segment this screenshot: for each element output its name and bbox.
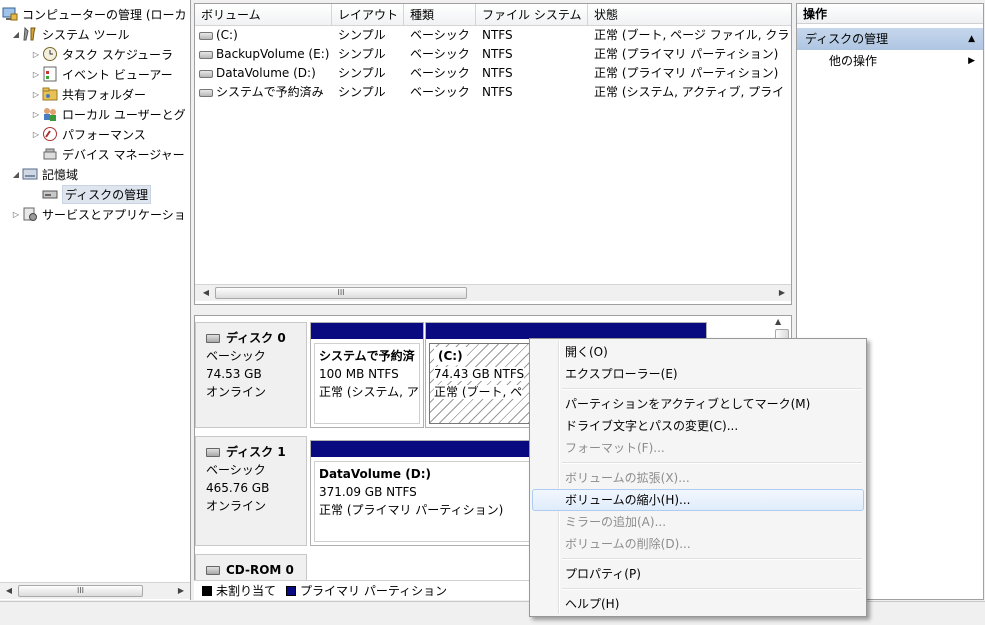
actions-header: 操作 (797, 4, 983, 24)
scroll-right-icon[interactable]: ▶ (174, 585, 188, 597)
console-tree: コンピューターの管理 (ローカ ◢ システム ツール ▷ タスク スケジューラ … (0, 0, 191, 600)
collapsed-triangle-icon[interactable]: ▷ (30, 110, 42, 119)
services-icon (22, 206, 38, 222)
disk-management-icon (42, 186, 58, 202)
expanded-triangle-icon[interactable]: ◢ (10, 170, 22, 179)
menu-item-add-mirror: ミラーの追加(A)... (565, 515, 667, 529)
context-menu: 開く(O) エクスプローラー(E) パーティションをアクティブとしてマーク(M)… (529, 338, 867, 617)
tree-item-services-apps[interactable]: ▷ サービスとアプリケーショ (10, 204, 186, 224)
volume-list: ボリューム レイアウト 種類 ファイル システム 状態 (C:) シンプル ベー… (194, 3, 792, 305)
cd-drive-icon (206, 565, 220, 575)
column-header-layout[interactable]: レイアウト (332, 4, 404, 26)
scroll-left-icon[interactable]: ◀ (2, 585, 16, 597)
column-header-status[interactable]: 状態 (588, 4, 793, 26)
tree-item-computer-management[interactable]: コンピューターの管理 (ローカ (2, 4, 187, 24)
collapsed-triangle-icon[interactable]: ▷ (30, 70, 42, 79)
menu-item-explore[interactable]: エクスプローラー(E) (532, 363, 864, 385)
actions-section-disk-management[interactable]: ディスクの管理 ▲ (797, 28, 983, 50)
scrollbar-thumb[interactable]: III (18, 585, 143, 597)
volume-list-header: ボリューム レイアウト 種類 ファイル システム 状態 (195, 4, 791, 26)
menu-item-extend-volume: ボリュームの拡張(X)... (565, 471, 690, 485)
scrollbar-thumb[interactable]: III (215, 287, 467, 299)
users-icon (42, 106, 58, 122)
menu-item-help[interactable]: ヘルプ(H) (532, 593, 864, 615)
drive-icon (199, 69, 213, 78)
tree-item-storage[interactable]: ◢ 記憶域 (10, 164, 78, 184)
menu-separator (562, 555, 864, 563)
menu-separator (562, 385, 864, 393)
system-tools-icon (22, 26, 38, 42)
menu-item-open[interactable]: 開く(O) (532, 341, 864, 363)
primary-partition-bar (311, 323, 423, 339)
volume-row[interactable]: (C:) シンプル ベーシック NTFS 正常 (ブート, ページ ファイル, … (195, 26, 791, 45)
volume-row[interactable]: DataVolume (D:) シンプル ベーシック NTFS 正常 (プライマ… (195, 64, 791, 83)
storage-icon (22, 166, 38, 182)
collapsed-triangle-icon[interactable]: ▷ (30, 90, 42, 99)
tree-item-shared-folders[interactable]: ▷ 共有フォルダー (30, 84, 146, 104)
menu-item-delete-volume: ボリュームの削除(D)... (565, 537, 691, 551)
menu-item-shrink-volume[interactable]: ボリュームの縮小(H)... (532, 489, 864, 511)
submenu-arrow-icon: ▶ (968, 56, 975, 66)
tree-item-local-users[interactable]: ▷ ローカル ユーザーとグ (30, 104, 186, 124)
shared-folder-icon (42, 86, 58, 102)
disk-1-info[interactable]: ディスク 1 ベーシック 465.76 GB オンライン (195, 436, 307, 546)
tree-item-system-tools[interactable]: ◢ システム ツール (10, 24, 129, 44)
more-actions-item[interactable]: 他の操作 ▶ (797, 50, 983, 72)
column-header-type[interactable]: 種類 (404, 4, 476, 26)
primary-swatch (286, 585, 297, 596)
menu-separator (562, 459, 864, 467)
partition-system-reserved[interactable]: システムで予約済 100 MB NTFS 正常 (システム, ア (310, 322, 424, 428)
collapsed-triangle-icon[interactable]: ▷ (10, 210, 22, 219)
hard-disk-icon (206, 447, 220, 457)
collapse-up-icon[interactable]: ▲ (968, 28, 975, 50)
tree-item-task-scheduler[interactable]: ▷ タスク スケジューラ (30, 44, 173, 64)
event-viewer-icon (42, 66, 58, 82)
menu-item-change-drive-letter[interactable]: ドライブ文字とパスの変更(C)... (532, 415, 864, 437)
computer-management-icon (2, 6, 18, 22)
collapsed-triangle-icon[interactable]: ▷ (30, 50, 42, 59)
scroll-up-icon[interactable]: ▲ (775, 317, 781, 326)
device-manager-icon (42, 146, 58, 162)
drive-icon (199, 50, 213, 59)
primary-partition-bar (426, 323, 706, 339)
column-header-volume[interactable]: ボリューム (195, 4, 332, 26)
column-header-filesystem[interactable]: ファイル システム (476, 4, 588, 26)
volume-list-horizontal-scrollbar[interactable]: ◀ III ▶ (195, 284, 791, 301)
clock-icon (42, 46, 58, 62)
scroll-right-icon[interactable]: ▶ (775, 287, 789, 299)
menu-item-properties[interactable]: プロパティ(P) (532, 563, 864, 585)
menu-item-format: フォーマット(F)... (565, 441, 665, 455)
volume-row[interactable]: システムで予約済み シンプル ベーシック NTFS 正常 (システム, アクティ… (195, 83, 791, 102)
menu-separator (562, 585, 864, 593)
scroll-left-icon[interactable]: ◀ (199, 287, 213, 299)
expanded-triangle-icon[interactable]: ◢ (10, 30, 22, 39)
menu-item-mark-active[interactable]: パーティションをアクティブとしてマーク(M) (532, 393, 864, 415)
drive-icon (199, 31, 213, 40)
tree-horizontal-scrollbar[interactable]: ◀ III ▶ (0, 582, 190, 599)
volume-row[interactable]: BackupVolume (E:) シンプル ベーシック NTFS 正常 (プラ… (195, 45, 791, 64)
performance-icon (42, 126, 58, 142)
drive-icon (199, 88, 213, 97)
tree-item-disk-management[interactable]: ディスクの管理 (42, 184, 152, 204)
disk-0-info[interactable]: ディスク 0 ベーシック 74.53 GB オンライン (195, 322, 307, 428)
collapsed-triangle-icon[interactable]: ▷ (30, 130, 42, 139)
unallocated-swatch (202, 585, 212, 596)
tree-item-event-viewer[interactable]: ▷ イベント ビューアー (30, 64, 173, 84)
hard-disk-icon (206, 333, 220, 343)
tree-item-performance[interactable]: ▷ パフォーマンス (30, 124, 146, 144)
tree-item-device-manager[interactable]: デバイス マネージャー (42, 144, 185, 164)
